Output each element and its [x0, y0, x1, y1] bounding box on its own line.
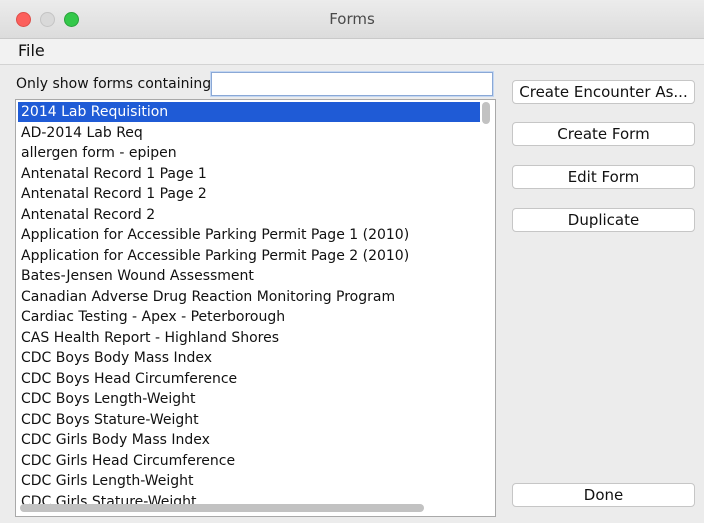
- list-item[interactable]: CDC Girls Length-Weight: [18, 471, 480, 491]
- list-item[interactable]: AD-2014 Lab Req: [18, 123, 480, 143]
- list-item[interactable]: Cardiac Testing - Apex - Peterborough: [18, 307, 480, 327]
- horizontal-scrollbar-thumb[interactable]: [20, 504, 424, 512]
- list-item[interactable]: Bates-Jensen Wound Assessment: [18, 266, 480, 286]
- list-item[interactable]: CAS Health Report - Highland Shores: [18, 328, 480, 348]
- edit-form-button[interactable]: Edit Form: [512, 165, 695, 189]
- list-item[interactable]: 2014 Lab Requisition: [18, 102, 480, 122]
- window-title: Forms: [329, 10, 375, 28]
- duplicate-button[interactable]: Duplicate: [512, 208, 695, 232]
- menu-file[interactable]: File: [18, 41, 45, 60]
- list-item[interactable]: Application for Accessible Parking Permi…: [18, 225, 480, 245]
- list-item[interactable]: CDC Girls Head Circumference: [18, 451, 480, 471]
- title-bar: Forms: [0, 0, 704, 39]
- done-button[interactable]: Done: [512, 483, 695, 507]
- list-item[interactable]: Canadian Adverse Drug Reaction Monitorin…: [18, 287, 480, 307]
- list-item[interactable]: Antenatal Record 2: [18, 205, 480, 225]
- list-item[interactable]: Antenatal Record 1 Page 1: [18, 164, 480, 184]
- list-item[interactable]: CDC Boys Body Mass Index: [18, 348, 480, 368]
- list-item[interactable]: Antenatal Record 1 Page 2: [18, 184, 480, 204]
- list-item[interactable]: CDC Girls Body Mass Index: [18, 430, 480, 450]
- list-item[interactable]: CDC Boys Stature-Weight: [18, 410, 480, 430]
- create-encounter-button[interactable]: Create Encounter As...: [512, 80, 695, 104]
- menu-bar: File: [0, 39, 704, 65]
- list-item[interactable]: CDC Boys Length-Weight: [18, 389, 480, 409]
- forms-list[interactable]: 2014 Lab Requisition AD-2014 Lab Req aller…: [15, 99, 496, 517]
- list-item[interactable]: allergen form - epipen: [18, 143, 480, 163]
- list-item[interactable]: CDC Boys Head Circumference: [18, 369, 480, 389]
- create-form-button[interactable]: Create Form: [512, 122, 695, 146]
- list-item[interactable]: Application for Accessible Parking Permi…: [18, 246, 480, 266]
- filter-input[interactable]: [211, 72, 493, 96]
- vertical-scrollbar-thumb[interactable]: [482, 102, 490, 124]
- filter-label: Only show forms containing:: [16, 76, 216, 92]
